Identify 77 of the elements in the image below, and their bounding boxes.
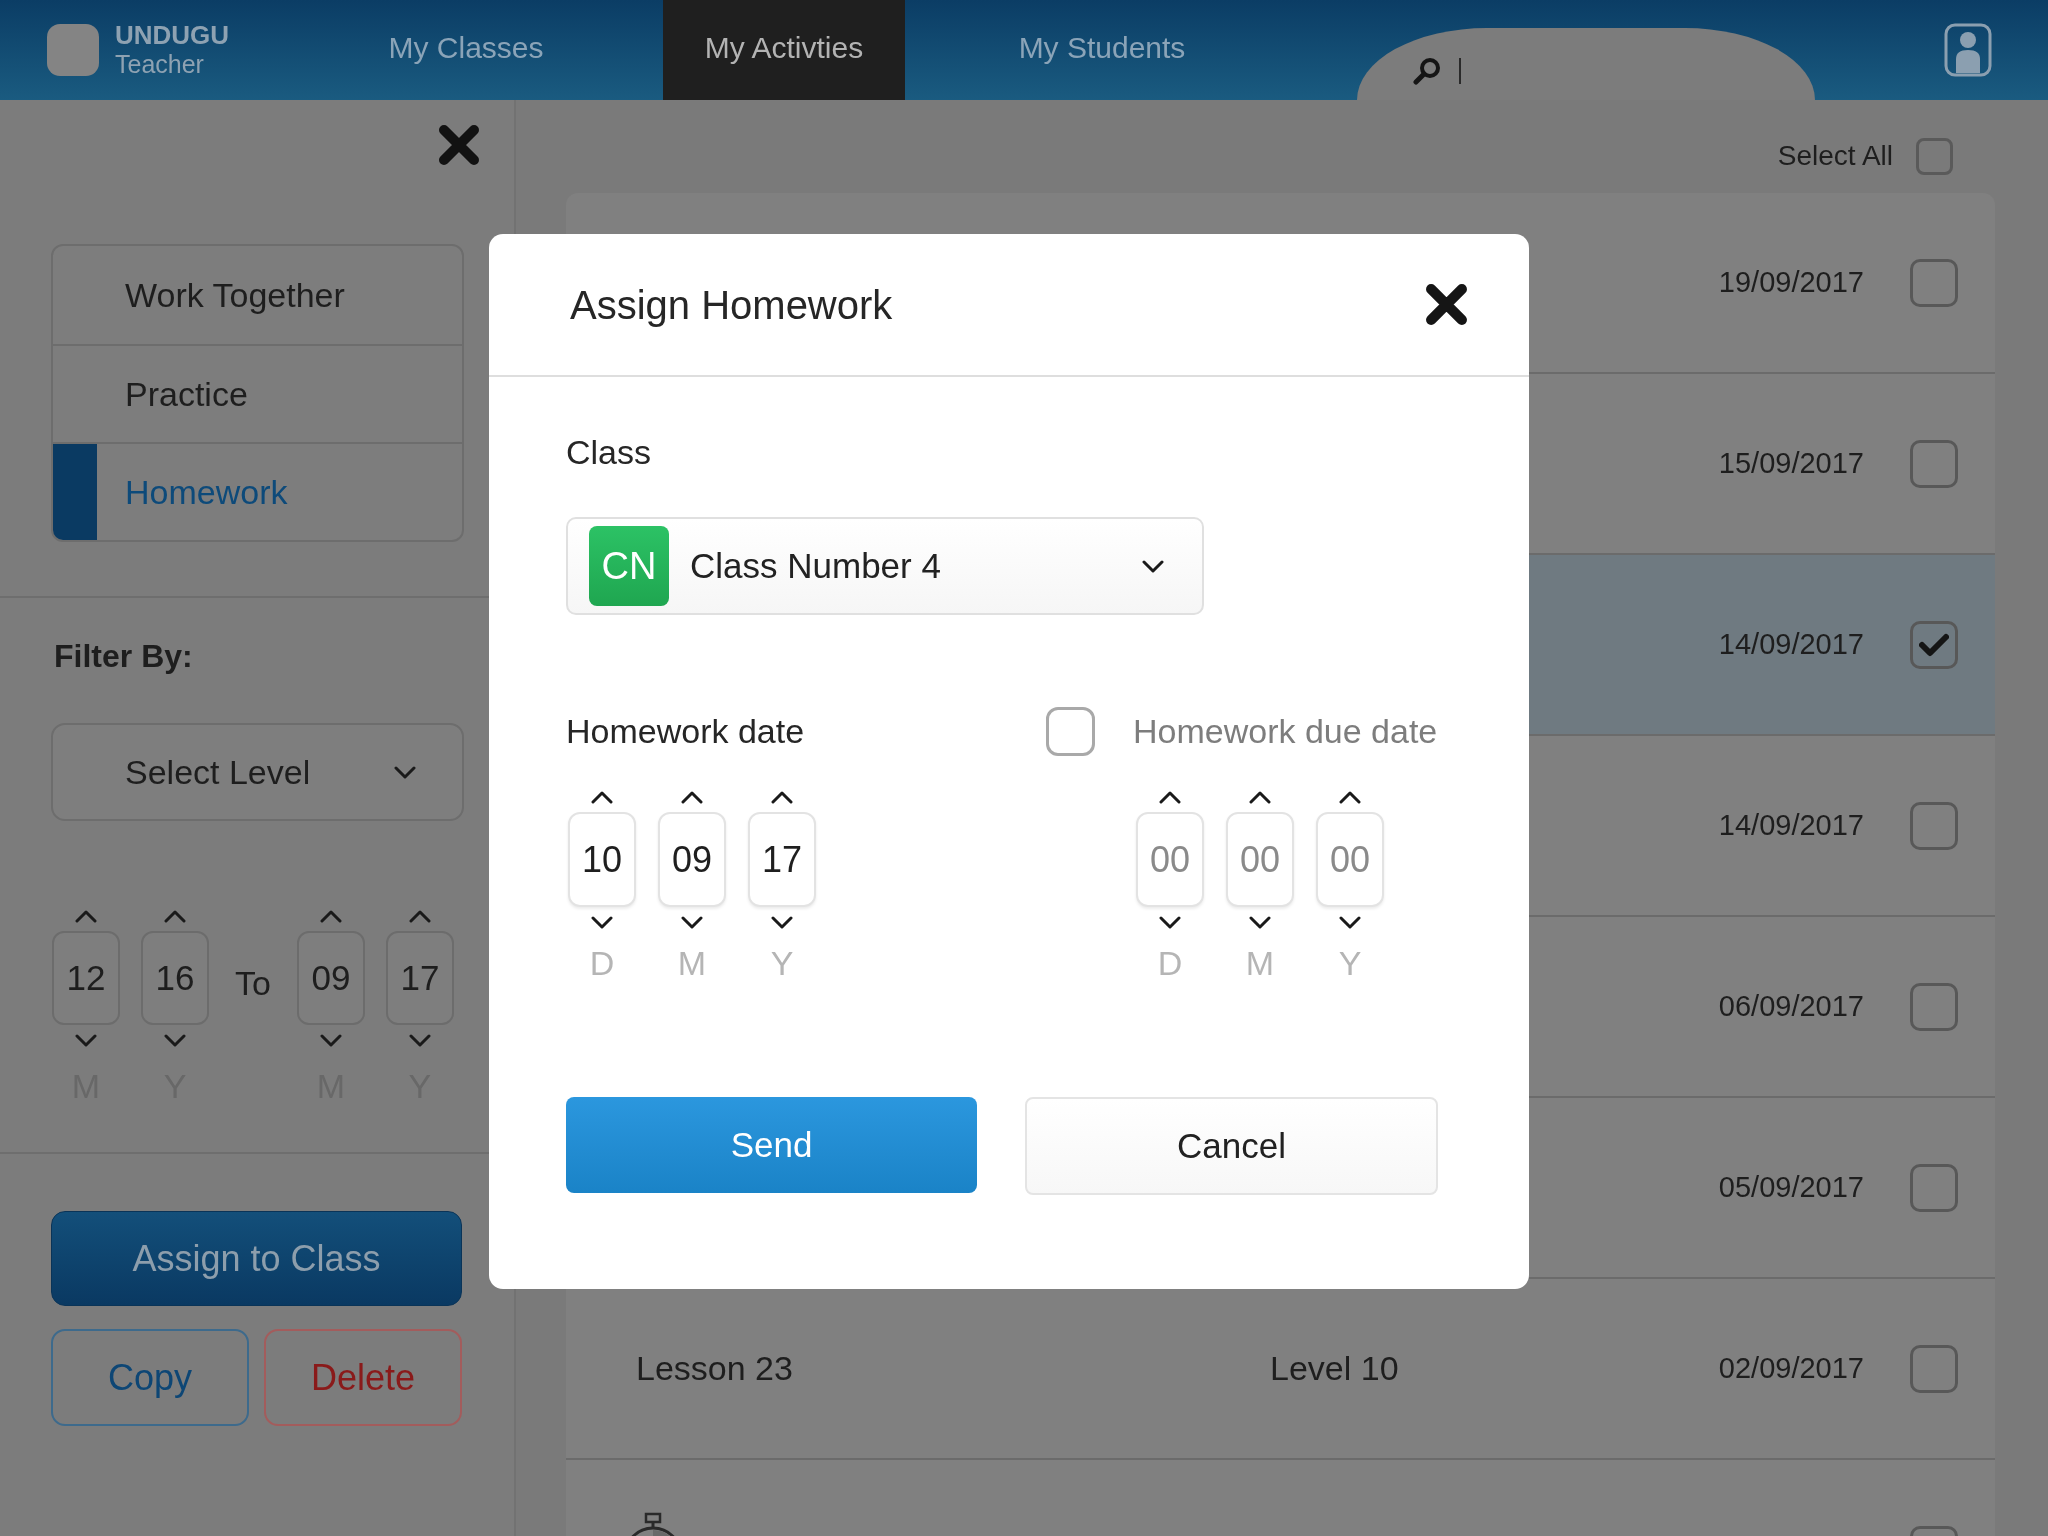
level-select[interactable]: Select Level bbox=[51, 723, 464, 821]
number-field[interactable]: 12 bbox=[52, 931, 120, 1025]
close-icon[interactable] bbox=[1425, 283, 1468, 326]
chevron-up-icon[interactable] bbox=[1159, 790, 1181, 804]
date-label: 06/09/2017 bbox=[1718, 988, 1864, 1024]
number-field[interactable]: 00 bbox=[1226, 812, 1294, 907]
unit-label: D bbox=[589, 943, 615, 983]
chevron-down-icon[interactable] bbox=[1249, 915, 1271, 929]
activity-type-item[interactable]: Homework bbox=[53, 442, 462, 540]
level-label: Level 10 bbox=[1270, 1348, 1399, 1389]
user-icon[interactable] bbox=[1944, 23, 1992, 77]
activity-type-item[interactable]: Work Together bbox=[53, 246, 462, 344]
date-label: 02/09/2017 bbox=[1718, 1350, 1864, 1386]
number-field[interactable]: 00 bbox=[1316, 812, 1384, 907]
copy-button[interactable]: Copy bbox=[51, 1329, 249, 1426]
class-badge: CN bbox=[589, 526, 669, 606]
unit-label: Y bbox=[770, 943, 794, 983]
cancel-button[interactable]: Cancel bbox=[1025, 1097, 1438, 1195]
chevron-down-icon[interactable] bbox=[591, 915, 613, 929]
checkbox[interactable] bbox=[1910, 801, 1958, 850]
chevron-down-icon[interactable] bbox=[681, 915, 703, 929]
checkbox[interactable] bbox=[1910, 620, 1958, 669]
range-separator: To bbox=[235, 963, 271, 1003]
date-label: 15/09/2017 bbox=[1718, 445, 1864, 481]
logo-icon bbox=[47, 24, 99, 76]
date-label: 14/09/2017 bbox=[1718, 626, 1864, 662]
chevron-down-icon bbox=[1142, 559, 1164, 573]
class-select[interactable]: CN Class Number 4 bbox=[566, 517, 1204, 615]
checkbox[interactable] bbox=[1910, 439, 1958, 488]
chevron-down-icon[interactable] bbox=[771, 915, 793, 929]
homework-date-label: Homework date bbox=[566, 711, 805, 752]
unit-label: M bbox=[1245, 943, 1275, 983]
checkbox[interactable] bbox=[1910, 982, 1958, 1031]
checkbox[interactable] bbox=[1916, 137, 1953, 175]
chevron-down-icon[interactable] bbox=[1159, 915, 1181, 929]
nav-tab[interactable]: My Activties bbox=[663, 0, 905, 100]
nav-tab[interactable]: My Classes bbox=[345, 0, 587, 100]
text-cursor-icon bbox=[1459, 58, 1461, 84]
brand-name: UNDUGU bbox=[115, 21, 230, 50]
dialog-title: Assign Homework bbox=[570, 281, 893, 329]
checkbox[interactable] bbox=[1910, 1163, 1958, 1212]
unit-label: D bbox=[1157, 943, 1183, 983]
number-field[interactable]: 10 bbox=[568, 812, 636, 907]
assign-to-class-button[interactable]: Assign to Class bbox=[51, 1211, 462, 1306]
send-button[interactable]: Send bbox=[566, 1097, 977, 1193]
checkbox[interactable] bbox=[1910, 258, 1958, 307]
activity-type-item[interactable]: Practice bbox=[53, 344, 462, 442]
unit-label: M bbox=[677, 943, 707, 983]
date-label: 05/09/2017 bbox=[1718, 1169, 1864, 1205]
date-label: 14/09/2017 bbox=[1718, 807, 1864, 843]
chevron-up-icon[interactable] bbox=[1339, 790, 1361, 804]
due-date-label: Homework due date bbox=[1133, 710, 1438, 752]
chevron-up-icon[interactable] bbox=[591, 790, 613, 804]
number-field[interactable]: 17 bbox=[748, 812, 816, 907]
checkmark-icon bbox=[1919, 632, 1949, 657]
chevron-down-icon[interactable] bbox=[1339, 915, 1361, 929]
number-field[interactable]: 16 bbox=[141, 931, 209, 1025]
class-label: Class bbox=[566, 432, 652, 472]
role-label: Teacher bbox=[115, 50, 205, 79]
search-icon bbox=[1413, 57, 1441, 85]
nav-tab[interactable]: My Students bbox=[981, 0, 1223, 100]
chevron-up-icon[interactable] bbox=[681, 790, 703, 804]
chevron-up-icon[interactable] bbox=[771, 790, 793, 804]
number-field[interactable]: 00 bbox=[1136, 812, 1204, 907]
delete-button[interactable]: Delete bbox=[264, 1329, 462, 1426]
unit-label: Y bbox=[1338, 943, 1362, 983]
number-field[interactable]: 09 bbox=[658, 812, 726, 907]
checkbox[interactable] bbox=[1910, 1344, 1958, 1393]
checkbox[interactable] bbox=[1046, 706, 1095, 756]
select-all-label: Select All bbox=[1777, 139, 1893, 173]
number-field[interactable]: 09 bbox=[296, 931, 365, 1025]
filter-label: Filter By: bbox=[54, 637, 193, 676]
number-field[interactable]: 17 bbox=[385, 931, 454, 1025]
lesson-name: Lesson 23 bbox=[636, 1348, 794, 1389]
chevron-down-icon bbox=[394, 765, 416, 779]
chevron-up-icon[interactable] bbox=[1249, 790, 1271, 804]
date-label: 19/09/2017 bbox=[1718, 264, 1864, 300]
